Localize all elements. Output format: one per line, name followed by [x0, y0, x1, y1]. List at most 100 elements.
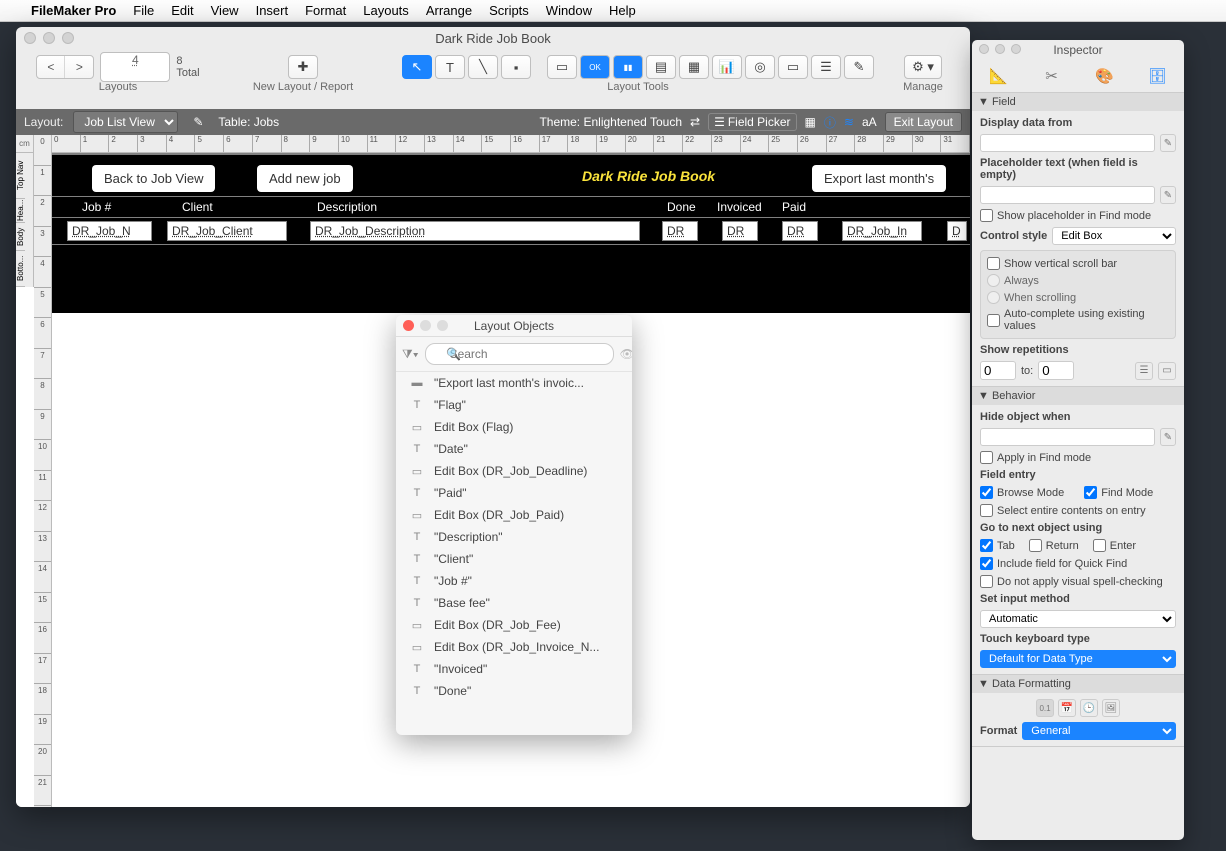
- field-picker-button[interactable]: ☰ Field Picker: [708, 113, 796, 131]
- tab-position-icon[interactable]: 📐: [988, 66, 1010, 86]
- tool-text-icon[interactable]: T: [435, 55, 465, 79]
- show-placeholder-check[interactable]: Show placeholder in Find mode: [980, 209, 1176, 222]
- section-field[interactable]: ▼ Field: [972, 93, 1184, 111]
- menu-help[interactable]: Help: [609, 3, 636, 18]
- section-behavior[interactable]: ▼ Behavior: [972, 387, 1184, 405]
- section-dataformat[interactable]: ▼ Data Formatting: [972, 675, 1184, 693]
- zoom-icon[interactable]: [1011, 44, 1021, 54]
- tool-popover-icon[interactable]: ▭: [778, 55, 808, 79]
- list-item[interactable]: T"Description": [396, 526, 632, 548]
- canvas-back-button[interactable]: Back to Job View: [92, 165, 215, 192]
- new-layout-button[interactable]: ✚: [288, 55, 318, 79]
- tab-appearance-icon[interactable]: 🎨: [1094, 66, 1116, 86]
- menu-edit[interactable]: Edit: [171, 3, 193, 18]
- pencil-icon[interactable]: ✎: [1160, 428, 1176, 446]
- field-inv2[interactable]: DR_Job_In: [842, 221, 922, 241]
- display-from-input[interactable]: [980, 134, 1155, 152]
- layout-select[interactable]: Job List View: [73, 111, 178, 133]
- input-method-select[interactable]: Automatic: [980, 610, 1176, 628]
- scroll-when-radio[interactable]: When scrolling: [987, 291, 1169, 304]
- zoom-icon[interactable]: [437, 320, 448, 331]
- menu-file[interactable]: File: [133, 3, 154, 18]
- enter-check[interactable]: Enter: [1093, 539, 1136, 552]
- list-item[interactable]: T"Date": [396, 438, 632, 460]
- pencil-icon[interactable]: ✎: [1160, 134, 1176, 152]
- minimize-icon[interactable]: [995, 44, 1005, 54]
- visibility-icon[interactable]: 👁: [620, 347, 632, 361]
- part-topnav[interactable]: Top Nav: [16, 153, 25, 199]
- exit-layout-button[interactable]: Exit Layout: [885, 112, 962, 132]
- rep-horiz-icon[interactable]: ▭: [1158, 362, 1176, 380]
- tab-styles-icon[interactable]: ✂: [1041, 66, 1063, 86]
- rep-from-input[interactable]: [980, 361, 1016, 380]
- tool-selection-icon[interactable]: ↖: [402, 55, 432, 79]
- list-item[interactable]: T"Done": [396, 680, 632, 702]
- app-name[interactable]: FileMaker Pro: [31, 3, 116, 18]
- tool-format-painter-icon[interactable]: ✎: [844, 55, 874, 79]
- touch-select[interactable]: Default for Data Type: [980, 650, 1176, 668]
- layers-icon[interactable]: ≋: [844, 115, 854, 129]
- part-bottom[interactable]: Botto...: [16, 251, 25, 287]
- canvas-add-button[interactable]: Add new job: [257, 165, 353, 192]
- close-icon[interactable]: [403, 320, 414, 331]
- field-job[interactable]: DR_Job_N: [67, 221, 152, 241]
- align-icon[interactable]: ▦: [805, 115, 816, 129]
- list-item[interactable]: T"Job #": [396, 570, 632, 592]
- manage-button[interactable]: ⚙ ▾: [904, 55, 942, 79]
- tool-chart-icon[interactable]: 📊: [712, 55, 742, 79]
- quickfind-check[interactable]: Include field for Quick Find: [980, 557, 1176, 570]
- field-desc[interactable]: DR_Job_Description: [310, 221, 640, 241]
- format-date-icon[interactable]: 📅: [1058, 699, 1076, 717]
- browse-check[interactable]: Browse Mode: [980, 486, 1064, 499]
- minimize-icon[interactable]: [43, 32, 55, 44]
- tool-part-icon[interactable]: ☰: [811, 55, 841, 79]
- canvas-export-button[interactable]: Export last month's: [812, 165, 946, 192]
- tool-line-icon[interactable]: ╲: [468, 55, 498, 79]
- close-icon[interactable]: [24, 32, 36, 44]
- layout-rename-icon[interactable]: ✎: [188, 112, 208, 132]
- apply-find-check[interactable]: Apply in Find mode: [980, 451, 1176, 464]
- menu-scripts[interactable]: Scripts: [489, 3, 529, 18]
- list-item[interactable]: T"Base fee": [396, 592, 632, 614]
- filter-icon[interactable]: ⧩▾: [402, 347, 419, 362]
- list-item[interactable]: ▭Edit Box (DR_Job_Fee): [396, 614, 632, 636]
- field-done[interactable]: DR: [662, 221, 698, 241]
- field-extra[interactable]: D: [947, 221, 967, 241]
- tool-webviewer-icon[interactable]: ◎: [745, 55, 775, 79]
- text-format-icon[interactable]: aA: [862, 115, 877, 129]
- theme-swap-icon[interactable]: ⇄: [690, 115, 700, 129]
- scroll-always-radio[interactable]: Always: [987, 274, 1169, 287]
- tool-portal-icon[interactable]: ▦: [679, 55, 709, 79]
- tool-rect-icon[interactable]: ▪: [501, 55, 531, 79]
- find-check[interactable]: Find Mode: [1084, 486, 1153, 499]
- tool-button-icon[interactable]: OK: [580, 55, 610, 79]
- menu-format[interactable]: Format: [305, 3, 346, 18]
- list-item[interactable]: ▭Edit Box (DR_Job_Invoice_N...: [396, 636, 632, 658]
- part-header[interactable]: Hea...: [16, 199, 25, 223]
- tool-field-icon[interactable]: ▭: [547, 55, 577, 79]
- menu-window[interactable]: Window: [546, 3, 592, 18]
- field-client[interactable]: DR_Job_Client: [167, 221, 287, 241]
- list-item[interactable]: T"Invoiced": [396, 658, 632, 680]
- format-number-icon[interactable]: 0.1: [1036, 699, 1054, 717]
- format-graphic-icon[interactable]: 🖼: [1102, 699, 1120, 717]
- theme-label[interactable]: Theme: Enlightened Touch: [539, 115, 682, 129]
- list-item[interactable]: ▭Edit Box (DR_Job_Paid): [396, 504, 632, 526]
- tab-check[interactable]: Tab: [980, 539, 1015, 552]
- format-select[interactable]: General: [1022, 722, 1176, 740]
- menu-insert[interactable]: Insert: [256, 3, 289, 18]
- field-paid[interactable]: DR: [782, 221, 818, 241]
- list-item[interactable]: T"Client": [396, 548, 632, 570]
- menu-view[interactable]: View: [211, 3, 239, 18]
- layout-nav[interactable]: <>: [36, 55, 94, 79]
- field-inv[interactable]: DR: [722, 221, 758, 241]
- spellcheck-check[interactable]: Do not apply visual spell-checking: [980, 575, 1176, 588]
- rep-to-input[interactable]: [1038, 361, 1074, 380]
- pencil-icon[interactable]: ✎: [1160, 186, 1176, 204]
- menu-arrange[interactable]: Arrange: [426, 3, 472, 18]
- menu-layouts[interactable]: Layouts: [363, 3, 409, 18]
- layout-canvas[interactable]: Back to Job View Add new job Export last…: [52, 153, 970, 313]
- scroll-check[interactable]: Show vertical scroll bar: [987, 257, 1169, 270]
- part-body[interactable]: Body: [16, 223, 25, 251]
- list-item[interactable]: ▭Edit Box (Flag): [396, 416, 632, 438]
